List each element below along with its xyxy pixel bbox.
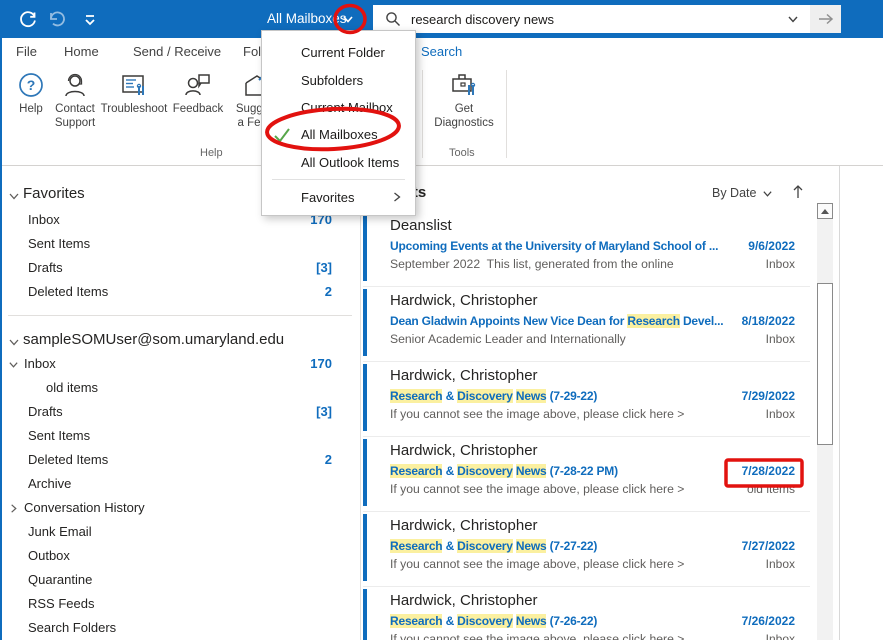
ribbon: File Home Send / Receive Folder Search ?… [0, 38, 883, 166]
chevron-down-icon [8, 358, 20, 370]
chevron-down-icon [8, 335, 20, 347]
unread-indicator [363, 514, 367, 581]
get-diagnostics-button[interactable]: Get Diagnostics [428, 68, 500, 144]
folder-favorites-sent-items[interactable]: Sent Items [0, 232, 360, 256]
unread-indicator [363, 214, 367, 281]
folder-account-outbox[interactable]: Outbox [0, 544, 360, 568]
troubleshoot-icon [119, 70, 149, 100]
folder-account-quarantine[interactable]: Quarantine [0, 568, 360, 592]
folder-badge: Inbox [766, 632, 795, 640]
pane-divider [839, 166, 840, 640]
sort-by-date-control[interactable]: By Date [712, 186, 773, 200]
menu-item-all-mailboxes[interactable]: All Mailboxes [263, 121, 414, 148]
search-history-chevron-icon[interactable] [786, 12, 800, 26]
search-input[interactable] [411, 12, 786, 27]
unread-indicator [363, 289, 367, 356]
feedback-button[interactable]: Feedback [168, 68, 228, 144]
customize-toolbar-icon[interactable] [78, 7, 102, 31]
submit-arrow-icon [817, 12, 835, 26]
checkmark-icon [272, 125, 292, 145]
search-icon [385, 11, 401, 27]
unread-indicator [363, 439, 367, 506]
folder-account-rss-feeds[interactable]: RSS Feeds [0, 592, 360, 616]
folder-badge: Inbox [766, 407, 795, 421]
menu-item-subfolders[interactable]: Subfolders [263, 67, 414, 94]
chevron-right-icon [8, 502, 20, 514]
mail-item[interactable]: Deanslist Upcoming Events at the Univers… [363, 212, 810, 287]
ribbon-separator [506, 70, 507, 158]
menu-item-all-outlook-items[interactable]: All Outlook Items [263, 149, 414, 176]
svg-text:?: ? [27, 77, 36, 93]
ribbon-separator [422, 70, 423, 158]
tab-file[interactable]: File [16, 38, 37, 66]
sort-direction-ascending-icon[interactable] [790, 183, 806, 201]
contact-support-button[interactable]: Contact Support [48, 68, 102, 144]
folder-account-junk-email[interactable]: Junk Email [0, 520, 360, 544]
scope-chevron-down-icon[interactable] [341, 12, 355, 26]
folder-badge: Inbox [766, 332, 795, 346]
troubleshoot-button[interactable]: Troubleshoot [100, 68, 168, 144]
folder-favorites-drafts[interactable]: Drafts[3] [0, 256, 360, 280]
folder-account-inbox[interactable]: Inbox170 [0, 352, 360, 376]
folder-favorites-deleted-items[interactable]: Deleted Items2 [0, 280, 360, 304]
folder-account-archive[interactable]: Archive [0, 472, 360, 496]
mail-item[interactable]: Hardwick, Christopher Research & Discove… [363, 437, 810, 512]
unread-indicator [363, 589, 367, 640]
submenu-arrow-icon [392, 191, 402, 203]
search-submit-button[interactable] [810, 5, 841, 33]
folder-account-old-items[interactable]: old items [0, 376, 360, 400]
group-label-help: Help [200, 147, 223, 159]
chevron-down-icon [8, 189, 20, 201]
results-scrollbar[interactable] [817, 203, 833, 640]
folder-account-drafts[interactable]: Drafts[3] [0, 400, 360, 424]
menu-item-current-mailbox[interactable]: Current Mailbox [263, 94, 414, 121]
tab-send-receive[interactable]: Send / Receive [133, 38, 221, 66]
sync-icon[interactable] [16, 7, 40, 31]
menu-separator [272, 179, 405, 180]
undo-icon[interactable] [45, 7, 69, 31]
chevron-down-icon [762, 188, 773, 199]
tab-home[interactable]: Home [64, 38, 99, 66]
folder-badge: Inbox [766, 557, 795, 571]
account-section-header[interactable]: sampleSOMUser@som.umaryland.edu [0, 328, 360, 354]
group-label-tools: Tools [449, 147, 475, 159]
get-diagnostics-icon [449, 70, 479, 100]
search-box [373, 5, 810, 33]
scrollbar-thumb[interactable] [817, 283, 833, 445]
pane-divider [8, 315, 352, 316]
mail-item[interactable]: Hardwick, Christopher Research & Discove… [363, 512, 810, 587]
menu-item-favorites[interactable]: Favorites [263, 184, 414, 211]
folder-account-search-folders[interactable]: Search Folders [0, 616, 360, 640]
scroll-up-button[interactable] [817, 203, 833, 219]
help-icon: ? [16, 70, 46, 100]
folder-badge-old-items: old items [747, 482, 795, 496]
folder-badge: Inbox [766, 257, 795, 271]
folder-account-sent-items[interactable]: Sent Items [0, 424, 360, 448]
outlook-window: All Mailboxes [0, 0, 883, 640]
contact-support-icon [60, 70, 90, 100]
folder-account-conversation-history[interactable]: Conversation History [0, 496, 360, 520]
folder-account-deleted-items[interactable]: Deleted Items2 [0, 448, 360, 472]
pane-divider [360, 166, 361, 640]
menu-item-current-folder[interactable]: Current Folder [263, 39, 414, 66]
mail-item[interactable]: Hardwick, Christopher Research & Discove… [363, 587, 810, 640]
mail-item[interactable]: Hardwick, Christopher Research & Discove… [363, 362, 810, 437]
tab-search[interactable]: Search [421, 38, 462, 66]
search-scope-menu: Current Folder Subfolders Current Mailbo… [261, 30, 416, 216]
window-edge [0, 0, 2, 640]
feedback-icon [183, 70, 213, 100]
help-button[interactable]: ? Help [11, 68, 51, 144]
mail-item[interactable]: Hardwick, Christopher Dean Gladwin Appoi… [363, 287, 810, 362]
title-bar: All Mailboxes [0, 0, 883, 38]
unread-indicator [363, 364, 367, 431]
